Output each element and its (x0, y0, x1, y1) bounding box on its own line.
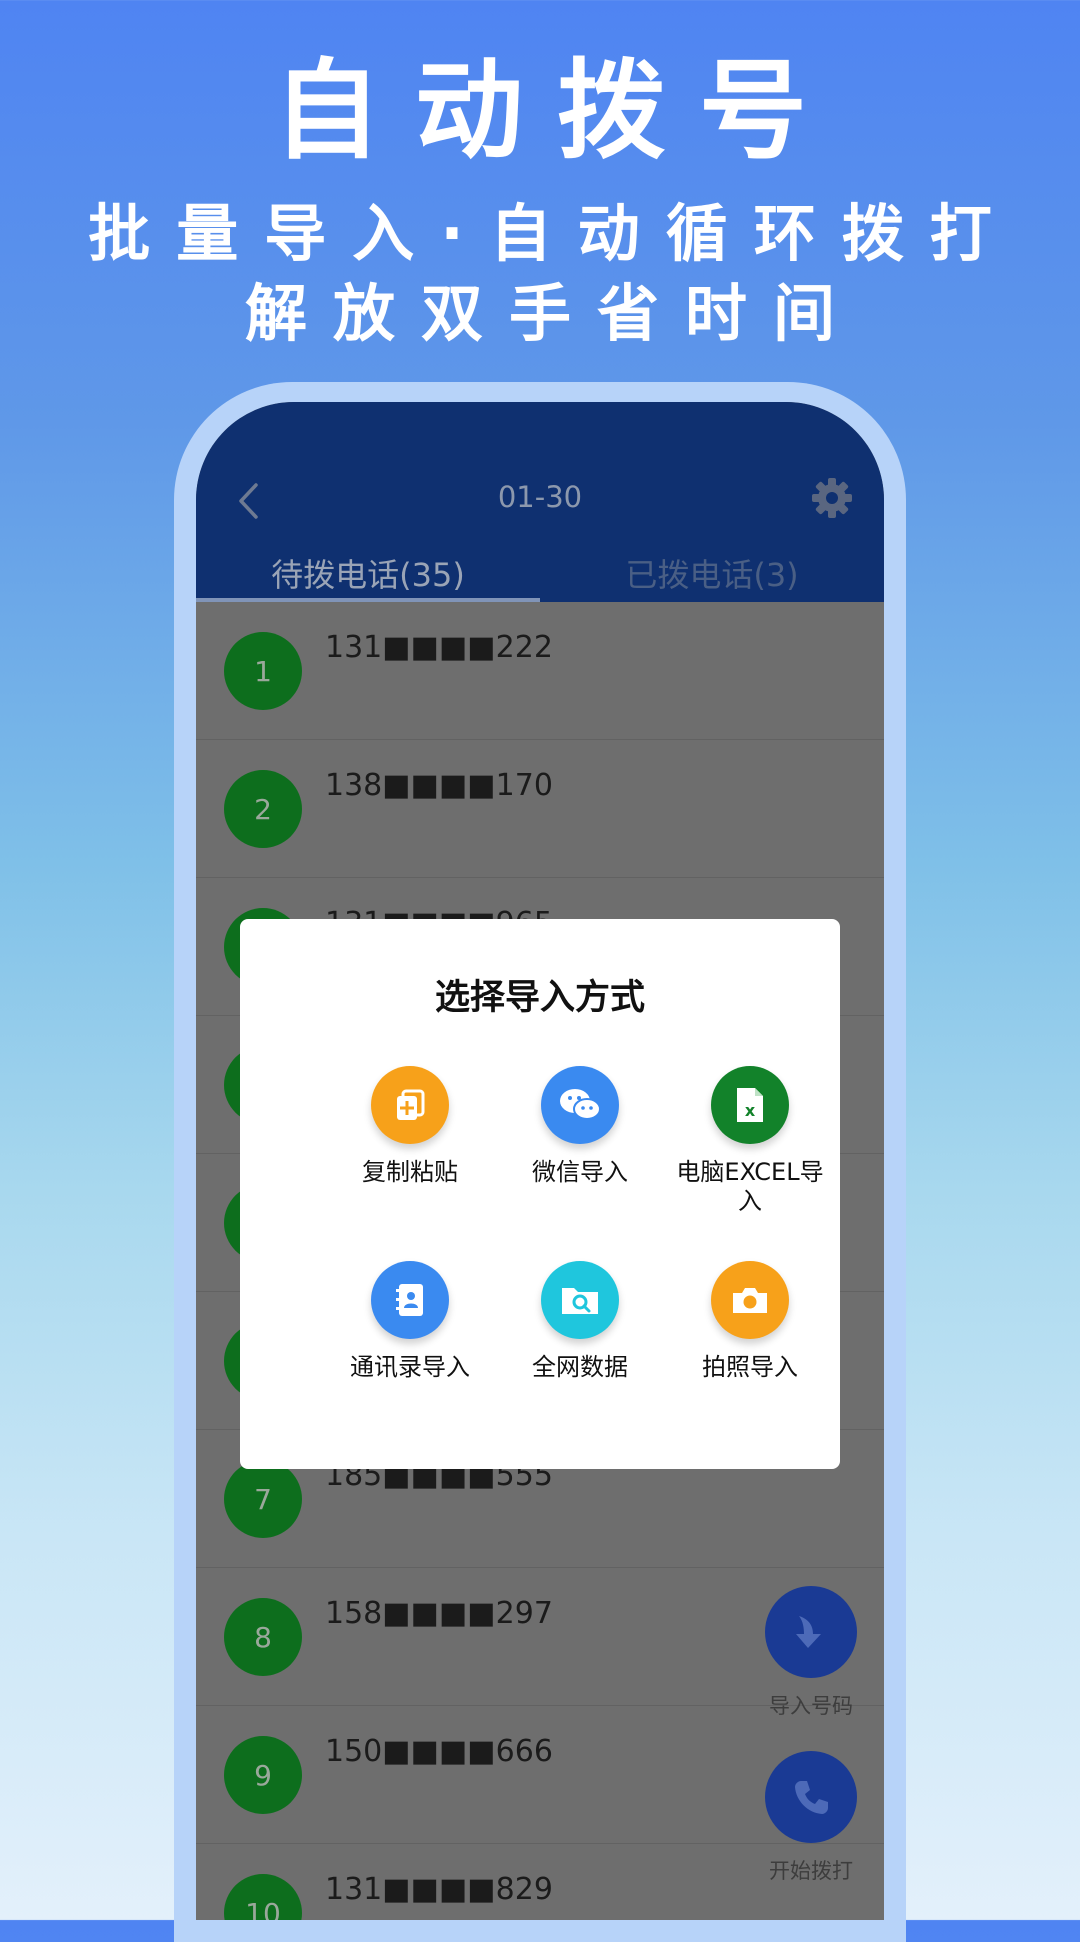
option-label: 微信导入 (532, 1158, 628, 1186)
promo-title: 自动拨号 (272, 49, 841, 174)
tab-dialed[interactable]: 已拨电话(3) (540, 550, 884, 596)
phone-number: 138■■■■170 (325, 768, 553, 803)
index-badge: 2 (224, 770, 302, 848)
option-label: 拍照导入 (702, 1353, 798, 1381)
phone-number: 158■■■■297 (325, 1596, 553, 1631)
phone-icon (795, 1781, 828, 1814)
promo-subtitle-1: 批量导入·自动循环拨打 (88, 197, 1018, 270)
settings-button[interactable] (810, 476, 854, 520)
import-arrow-icon (796, 1616, 821, 1648)
option-label: 全网数据 (532, 1353, 628, 1381)
list-item[interactable]: 1 131■■■■222 (196, 602, 884, 740)
gear-icon (812, 478, 852, 518)
index-badge: 10 (224, 1874, 302, 1920)
option-contacts[interactable]: 通讯录导入 (325, 1261, 495, 1382)
phone-number: 131■■■■829 (325, 1872, 553, 1907)
import-method-dialog: 选择导入方式 复制粘贴 微信导入 x 电脑EXCEL导入 通讯录导入 全网数据 … (240, 919, 840, 1469)
option-label: 通讯录导入 (350, 1353, 470, 1381)
contacts-book-icon (371, 1261, 449, 1339)
index-badge: 1 (224, 632, 302, 710)
promo-subtitle-2: 解放双手省时间 (244, 277, 861, 350)
index-badge: 9 (224, 1736, 302, 1814)
wechat-icon (541, 1066, 619, 1144)
index-badge: 8 (224, 1598, 302, 1676)
import-numbers-label: 导入号码 (769, 1694, 853, 1718)
start-calling-label: 开始拨打 (769, 1859, 853, 1883)
start-calling-button[interactable] (765, 1751, 857, 1843)
option-photo[interactable]: 拍照导入 (665, 1261, 835, 1382)
list-item[interactable]: 2 138■■■■170 (196, 740, 884, 878)
tab-pending[interactable]: 待拨电话(35) (196, 550, 540, 596)
folder-search-icon (541, 1261, 619, 1339)
excel-icon: x (711, 1066, 789, 1144)
page-title: 01-30 (497, 480, 583, 514)
phone-number: 131■■■■222 (325, 630, 553, 665)
option-excel[interactable]: x 电脑EXCEL导入 (665, 1066, 835, 1216)
phone-number: 150■■■■666 (325, 1734, 553, 1769)
option-label: 电脑EXCEL导入 (676, 1158, 824, 1215)
app-bar: 01-30 待拨电话(35) 已拨电话(3) (196, 402, 884, 602)
option-copy-paste[interactable]: 复制粘贴 (325, 1066, 495, 1187)
camera-icon (711, 1261, 789, 1339)
option-web-data[interactable]: 全网数据 (495, 1261, 665, 1382)
dialog-title: 选择导入方式 (434, 978, 645, 1018)
import-numbers-button[interactable] (765, 1586, 857, 1678)
copy-paste-icon (371, 1066, 449, 1144)
option-label: 复制粘贴 (362, 1158, 458, 1186)
index-badge: 7 (224, 1460, 302, 1538)
option-wechat[interactable]: 微信导入 (495, 1066, 665, 1187)
svg-text:x: x (745, 1101, 756, 1120)
